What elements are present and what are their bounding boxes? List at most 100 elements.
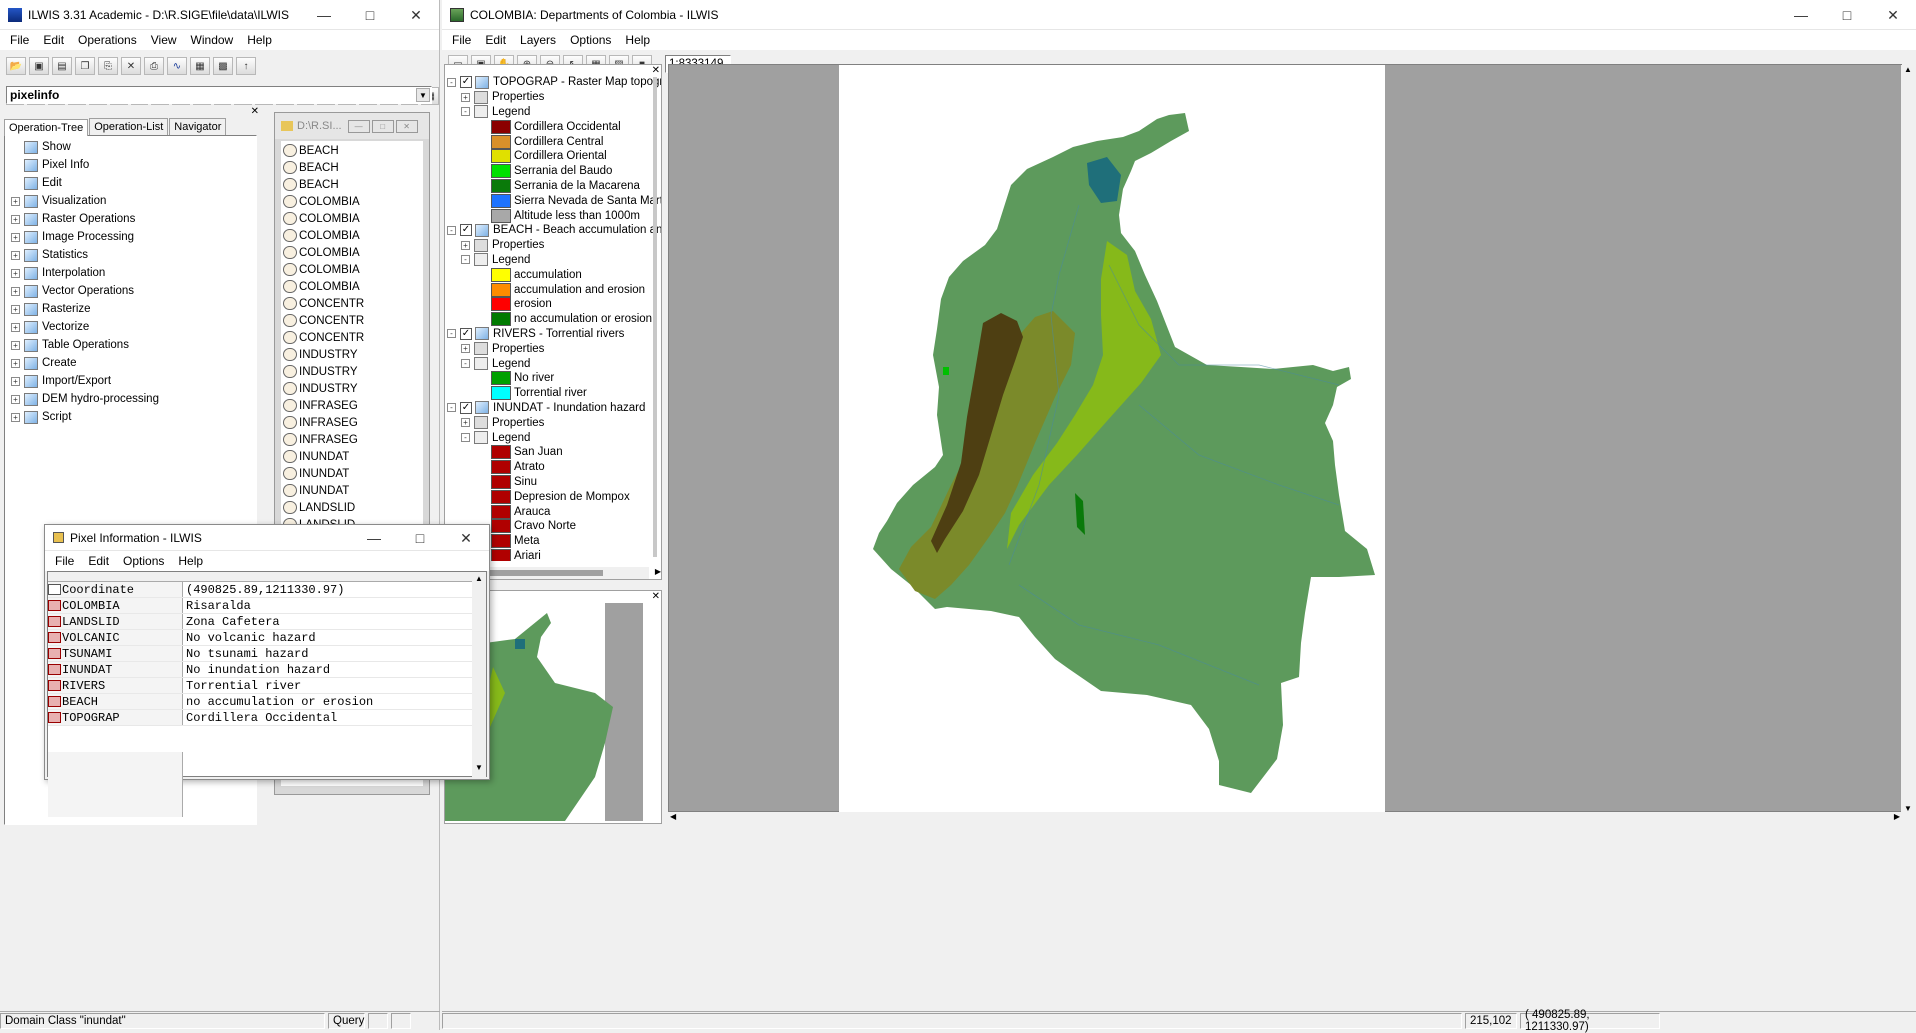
layer-properties-row[interactable]: + Properties [447,90,661,105]
layer-visible-checkbox[interactable]: ✓ [460,76,472,89]
catalog-restore-button[interactable]: □ [371,119,394,133]
vscroll-down-arrow[interactable]: ▼ [1901,804,1915,813]
collapse-icon[interactable]: - [447,329,456,339]
catalog-item[interactable]: CONCENTR [283,329,423,346]
expand-icon[interactable]: + [11,286,20,296]
catalog-item[interactable]: INDUSTRY [283,363,423,380]
pi-menu-edit[interactable]: Edit [81,554,116,568]
pixel-info-maximize-button[interactable]: □ [397,525,443,551]
map-view[interactable]: ▲ ▼ [668,64,1915,813]
layer-legend-row[interactable]: - Legend [447,356,661,371]
pixel-info-vscrollbar[interactable]: ▲ ▼ [472,572,486,778]
expand-icon[interactable]: + [11,250,20,260]
map-menu-help[interactable]: Help [618,33,657,47]
operation-tree-item[interactable]: + Vector Operations [11,282,256,300]
command-line[interactable]: pixelinfo ▼ [6,86,432,104]
collapse-icon[interactable]: - [447,403,456,413]
catalog-close-button[interactable]: ✕ [395,119,418,133]
pi-menu-options[interactable]: Options [116,554,171,568]
pixel-info-row[interactable]: Coordinate (490825.89,1211330.97) [48,582,486,598]
catalog-item[interactable]: INFRASEG [283,397,423,414]
open-icon[interactable]: 📂 [6,57,26,75]
map-menu-file[interactable]: File [445,33,478,47]
tab-navigator[interactable]: Navigator [169,118,227,135]
pi-menu-file[interactable]: File [48,554,81,568]
map-maximize-button[interactable]: □ [1824,0,1870,30]
hscroll-left-arrow[interactable]: ◀ [670,812,676,821]
menu-help[interactable]: Help [240,33,279,47]
catalog-item[interactable]: COLOMBIA [283,261,423,278]
command-dropdown-button[interactable]: ▼ [416,88,430,102]
layer-panel-close-icon[interactable]: ✕ [652,65,660,76]
pixel-info-row[interactable]: RIVERS Torrential river [48,678,486,694]
catalog-item[interactable]: INDUSTRY [283,380,423,397]
expand-icon[interactable]: + [11,268,20,278]
catalog-item[interactable]: CONCENTR [283,312,423,329]
catalog-item[interactable]: LANDSLID [283,499,423,516]
maximize-button[interactable]: □ [347,0,393,30]
map-menu-layers[interactable]: Layers [513,33,563,47]
close-button[interactable]: ✕ [393,0,439,30]
pixel-info-minimize-button[interactable]: — [351,525,397,551]
layer-visible-checkbox[interactable]: ✓ [460,401,472,414]
catalog-icon[interactable]: ▤ [52,57,72,75]
catalog-item[interactable]: INUNDAT [283,448,423,465]
pi-menu-help[interactable]: Help [171,554,210,568]
operation-tree-item[interactable]: Pixel Info [11,156,256,174]
layer-properties-row[interactable]: + Properties [447,238,661,253]
operation-tree-item[interactable]: + Interpolation [11,264,256,282]
layer-legend-row[interactable]: - Legend [447,105,661,120]
operation-tree-item[interactable]: + Script [11,408,256,426]
layer-row[interactable]: - ✓ INUNDAT - Inundation hazard [447,401,661,416]
expand-icon[interactable]: + [11,232,20,242]
operation-tree-item[interactable]: + Vectorize [11,318,256,336]
panel-close-icon[interactable]: ✕ [251,106,259,117]
layer-row[interactable]: -✓ BEACH - Beach accumulation and er [447,223,661,238]
operation-tree-item[interactable]: + Import/Export [11,372,256,390]
properties-icon[interactable]: ▣ [29,57,49,75]
expand-icon[interactable]: + [461,344,470,354]
collapse-icon[interactable]: - [461,107,470,117]
map-hscrollbar[interactable]: ◀ ▶ [668,812,1902,826]
catalog-item[interactable]: INFRASEG [283,431,423,448]
collapse-icon[interactable]: - [461,255,470,265]
map-menu-options[interactable]: Options [563,33,618,47]
catalog-item[interactable]: BEACH [283,142,423,159]
map-vscrollbar[interactable]: ▲ ▼ [1901,65,1915,813]
graph-icon[interactable]: ∿ [167,57,187,75]
catalog-item[interactable]: COLOMBIA [283,210,423,227]
operation-tree-item[interactable]: + Rasterize [11,300,256,318]
expand-icon[interactable]: + [461,92,470,102]
overview-close-icon[interactable]: ✕ [652,591,660,602]
operation-tree-item[interactable]: Edit [11,174,256,192]
catalog-item[interactable]: COLOMBIA [283,227,423,244]
pixel-info-row[interactable]: BEACH no accumulation or erosion [48,694,486,710]
catalog-item[interactable]: COLOMBIA [283,244,423,261]
layer-visible-checkbox[interactable]: ✓ [460,327,472,340]
expand-icon[interactable]: + [11,358,20,368]
expand-icon[interactable]: + [11,214,20,224]
pi-scroll-down[interactable]: ▼ [472,763,486,772]
layer-row[interactable]: - ✓ TOPOGRAP - Raster Map topograp [447,75,661,90]
operation-tree-item[interactable]: + Statistics [11,246,256,264]
layer-legend-row[interactable]: - Legend [447,253,661,268]
menu-edit[interactable]: Edit [36,33,71,47]
expand-icon[interactable]: + [11,394,20,404]
collapse-icon[interactable]: - [461,433,470,443]
copy-icon[interactable]: ❐ [75,57,95,75]
tab-operation-tree[interactable]: Operation-Tree [4,119,89,136]
layer-row[interactable]: - ✓ RIVERS - Torrential rivers [447,327,661,342]
collapse-icon[interactable]: - [447,77,456,87]
map-close-button[interactable]: ✕ [1870,0,1916,30]
pixel-info-row[interactable]: COLOMBIA Risaralda [48,598,486,614]
collapse-icon[interactable]: - [447,225,456,235]
layer-legend-row[interactable]: - Legend [447,430,661,445]
collapse-icon[interactable]: - [461,359,470,369]
layer-properties-row[interactable]: + Properties [447,415,661,430]
hscroll-right-arrow-map[interactable]: ▶ [1894,812,1900,821]
catalog-item[interactable]: BEACH [283,176,423,193]
menu-file[interactable]: File [3,33,36,47]
grid-icon[interactable]: ▩ [213,57,233,75]
pixel-info-row[interactable]: LANDSLID Zona Cafetera [48,614,486,630]
operation-tree-item[interactable]: + Table Operations [11,336,256,354]
